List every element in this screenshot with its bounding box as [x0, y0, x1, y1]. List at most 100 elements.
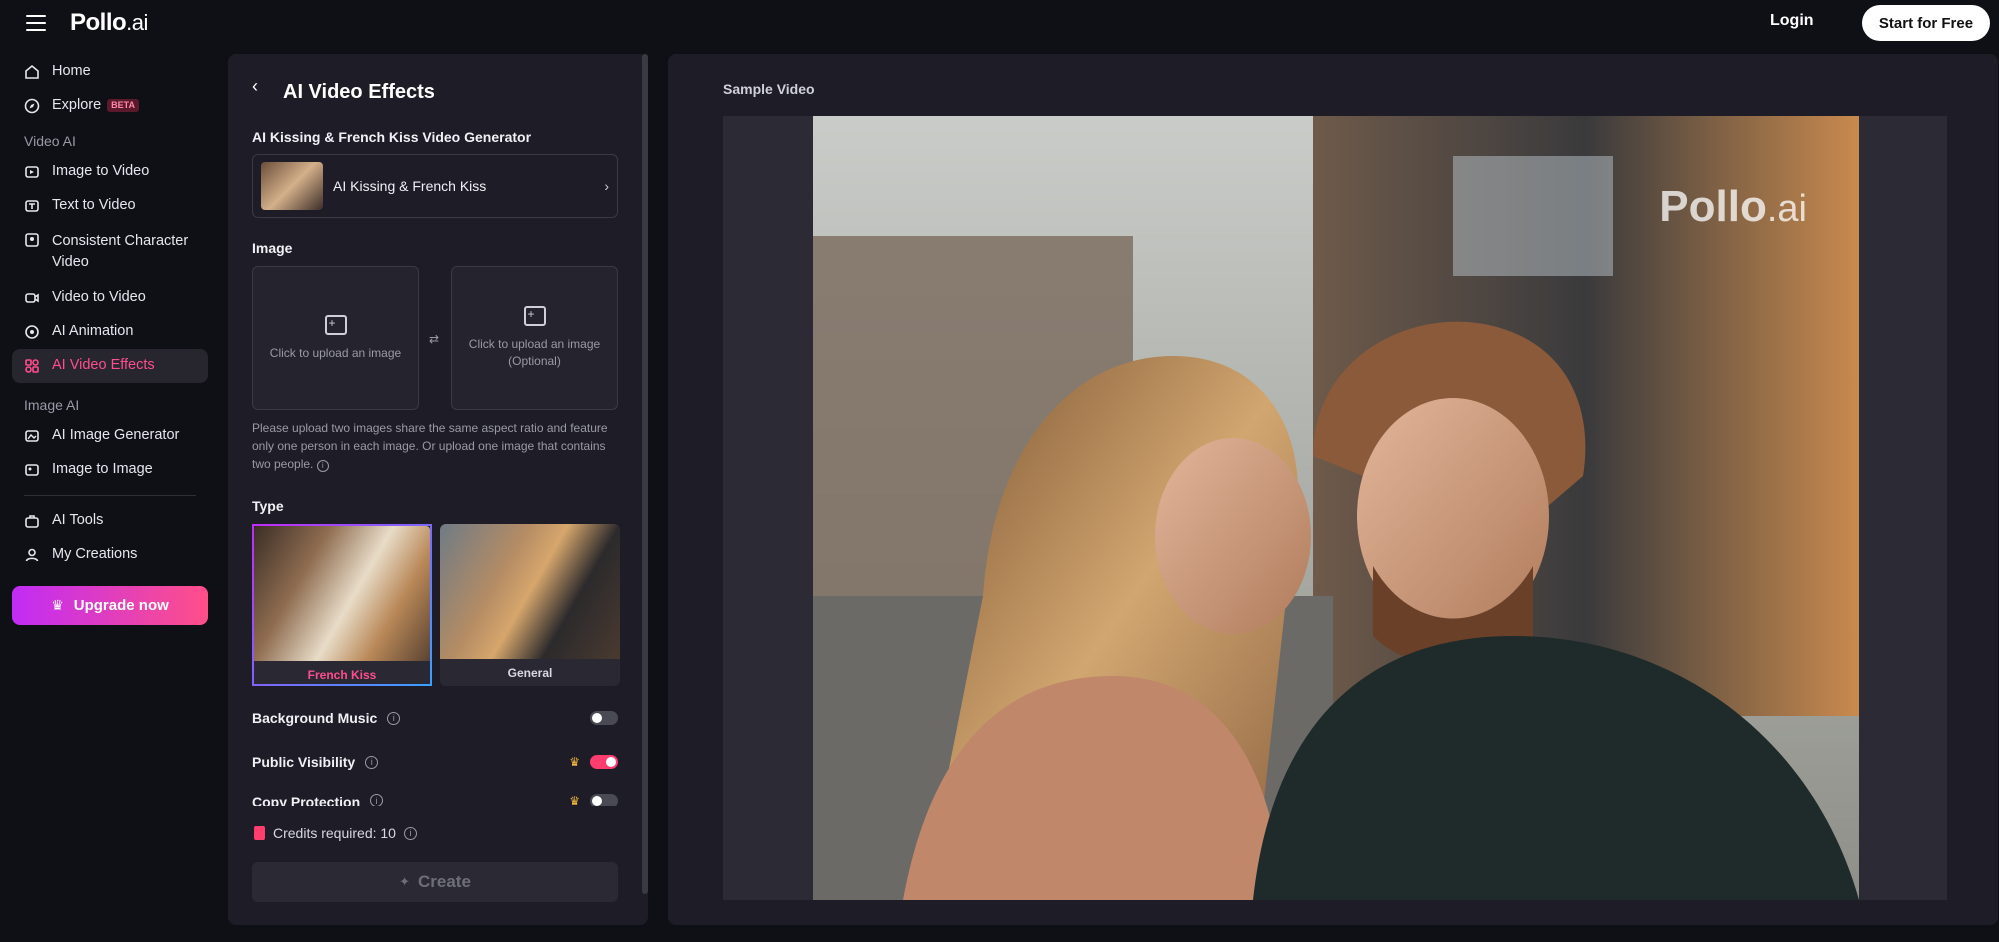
- sidebar-item-label: AI Image Generator: [52, 427, 180, 443]
- type-label-general: General: [507, 665, 553, 680]
- upgrade-label: Upgrade now: [73, 597, 169, 614]
- credits-icon: [254, 826, 265, 840]
- sidebar-divider: [24, 495, 196, 496]
- chevron-right-icon: ›: [604, 178, 609, 194]
- watermark-main: Pollo: [1659, 182, 1767, 231]
- type-thumbnail-general: [440, 524, 620, 659]
- sidebar: Home Explore BETA Video AI Image to Vide…: [12, 55, 208, 625]
- upload-image-1-text: Click to upload an image: [269, 345, 402, 360]
- sidebar-item-my-creations[interactable]: My Creations: [12, 538, 208, 572]
- type-thumbnail-french-kiss: [254, 526, 430, 661]
- info-icon[interactable]: i: [403, 826, 417, 840]
- crown-icon: ♛: [51, 597, 64, 613]
- sample-video[interactable]: Pollo.ai: [813, 116, 1859, 900]
- background-music-toggle[interactable]: [590, 711, 618, 725]
- swap-icon[interactable]: ⇄: [429, 332, 439, 346]
- info-icon[interactable]: i: [370, 794, 384, 806]
- upload-image-2-text: Click to upload an image: [468, 337, 601, 351]
- crown-icon: ♛: [569, 755, 580, 769]
- top-bar: Pollo.ai Login Start for Free: [0, 0, 1999, 45]
- upload-image-2[interactable]: Click to upload an image (Optional): [451, 266, 618, 410]
- sidebar-item-label: My Creations: [52, 546, 138, 562]
- info-icon[interactable]: i: [387, 711, 401, 725]
- user-icon: [25, 548, 39, 562]
- effect-selector[interactable]: AI Kissing & French Kiss ›: [252, 154, 618, 218]
- upload-image-icon: [523, 306, 546, 326]
- sidebar-item-ai-image-generator[interactable]: AI Image Generator: [12, 419, 208, 453]
- sidebar-item-label: AI Video Effects: [52, 357, 155, 373]
- sidebar-item-explore[interactable]: Explore BETA: [12, 89, 208, 123]
- image-image-icon: [25, 464, 39, 476]
- sidebar-item-image-to-image[interactable]: Image to Image: [12, 453, 208, 487]
- upload-image-1[interactable]: Click to upload an image: [252, 266, 419, 410]
- sidebar-item-home[interactable]: Home: [12, 55, 208, 89]
- crown-icon: ♛: [569, 794, 580, 806]
- credits-required: Credits required: 10 i: [254, 825, 417, 841]
- beta-badge: BETA: [107, 99, 140, 112]
- sidebar-item-video-to-video[interactable]: Video to Video: [12, 281, 208, 315]
- sidebar-item-ai-animation[interactable]: AI Animation: [12, 315, 208, 349]
- sample-video-panel: Sample Video Pollo.ai: [668, 54, 1998, 925]
- background-music-label: Background Music: [252, 710, 378, 726]
- sidebar-item-label: AI Animation: [52, 323, 134, 339]
- sidebar-item-consistent-character-video[interactable]: Consistent Character Video: [12, 223, 208, 281]
- sparkle-icon: ✦: [399, 874, 410, 889]
- sidebar-item-label: Image to Video: [52, 163, 150, 179]
- sidebar-item-label: Explore: [52, 97, 102, 113]
- upload-image-icon: [324, 314, 347, 335]
- generator-label: AI Kissing & French Kiss Video Generator: [252, 129, 532, 145]
- compass-icon: [24, 98, 40, 114]
- credits-text: Credits required: 10: [273, 825, 396, 841]
- image-label: Image: [252, 240, 293, 256]
- pollo-watermark: Pollo.ai: [1659, 182, 1807, 232]
- sidebar-item-label: Consistent Character Video: [52, 233, 189, 270]
- sidebar-item-ai-tools[interactable]: AI Tools: [12, 504, 208, 538]
- copy-protection-label: Copy Protection: [252, 794, 361, 806]
- text-video-icon: [25, 200, 39, 212]
- upload-hint: Please upload two images share the same …: [252, 419, 622, 473]
- public-visibility-toggle[interactable]: [590, 755, 618, 769]
- section-video-ai: Video AI: [24, 133, 76, 149]
- create-button[interactable]: ✦ Create: [252, 862, 618, 902]
- animation-icon: [25, 325, 39, 339]
- sidebar-item-text-to-video[interactable]: Text to Video: [12, 189, 208, 223]
- type-label: Type: [252, 498, 284, 514]
- public-visibility-label: Public Visibility: [252, 754, 356, 770]
- home-icon: [25, 64, 39, 79]
- sample-video-title: Sample Video: [723, 81, 815, 97]
- sidebar-item-label: Image to Image: [52, 461, 153, 477]
- effects-panel: ‹ AI Video Effects AI Kissing & French K…: [228, 54, 648, 925]
- type-card-french-kiss[interactable]: French Kiss: [252, 524, 432, 686]
- section-image-ai: Image AI: [24, 397, 80, 413]
- type-label-french-kiss: French Kiss: [307, 667, 377, 682]
- sidebar-item-image-to-video[interactable]: Image to Video: [12, 155, 208, 189]
- sample-video-image: [813, 116, 1859, 900]
- login-button[interactable]: Login: [1770, 12, 1814, 30]
- background-music-row: Background Music i: [252, 710, 618, 726]
- menu-icon[interactable]: [26, 15, 46, 31]
- video-video-icon: [25, 293, 39, 303]
- sidebar-item-label: Home: [52, 63, 91, 79]
- upload-hint-text: Please upload two images share the same …: [252, 421, 608, 471]
- back-arrow-icon[interactable]: ‹: [252, 76, 258, 97]
- create-label: Create: [417, 872, 471, 891]
- copy-protection-toggle[interactable]: [590, 794, 618, 806]
- public-visibility-row: Public Visibility i ♛: [252, 754, 618, 770]
- info-icon[interactable]: i: [365, 755, 379, 769]
- watermark-sub: .ai: [1766, 188, 1807, 230]
- start-for-free-button[interactable]: Start for Free: [1862, 5, 1990, 41]
- info-icon[interactable]: i: [316, 460, 329, 472]
- effects-icon: [25, 359, 39, 373]
- logo[interactable]: Pollo.ai: [70, 9, 148, 37]
- sidebar-item-label: Text to Video: [52, 197, 136, 213]
- logo-sub: .ai: [126, 10, 148, 35]
- sidebar-item-ai-video-effects[interactable]: AI Video Effects: [12, 349, 208, 383]
- sample-video-frame: Pollo.ai: [723, 116, 1947, 900]
- upgrade-now-button[interactable]: ♛ Upgrade now: [12, 586, 208, 625]
- upload-image-2-optional: (Optional): [508, 354, 561, 368]
- character-icon: [25, 233, 39, 247]
- effect-thumbnail: [261, 162, 323, 210]
- panel-title: AI Video Effects: [283, 81, 435, 103]
- panel-scrollbar[interactable]: [642, 54, 648, 894]
- type-card-general[interactable]: General: [440, 524, 620, 686]
